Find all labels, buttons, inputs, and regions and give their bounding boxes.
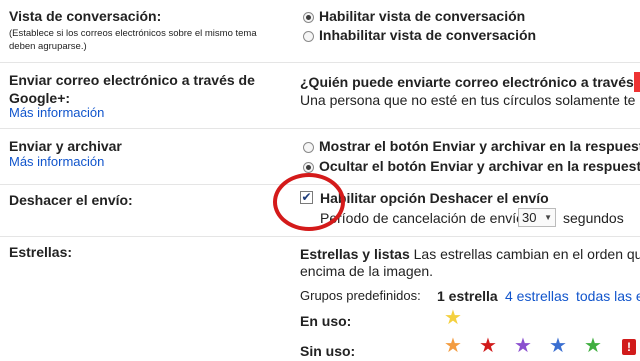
- send-archive-show-radio[interactable]: [303, 142, 314, 153]
- conversation-enable-option[interactable]: Habilitar vista de conversación: [319, 7, 525, 25]
- undo-send-period-label: Período de cancelación de envío:: [320, 210, 528, 226]
- yellow-star-icon[interactable]: ★: [444, 308, 462, 328]
- stars-in-use-label: En uso:: [300, 313, 352, 329]
- google-plus-question: ¿Quién puede enviarte correo electrónico…: [300, 74, 640, 90]
- send-archive-label: Enviar y archivar: [9, 138, 122, 154]
- conversation-disable-radio[interactable]: [303, 31, 314, 42]
- stars-preset-all[interactable]: todas las e: [576, 287, 640, 305]
- blue-star-icon[interactable]: ★: [549, 336, 567, 356]
- green-star-icon[interactable]: ★: [584, 336, 602, 356]
- undo-send-period-value: 30: [522, 210, 537, 225]
- stars-preset-1[interactable]: 1 estrella: [437, 287, 498, 305]
- send-archive-more-info-link[interactable]: Más información: [9, 154, 104, 169]
- red-bang-icon[interactable]: !: [622, 339, 636, 355]
- send-archive-show-option[interactable]: Mostrar el botón Enviar y archivar en la…: [319, 137, 640, 155]
- stars-description: Estrellas y listas Las estrellas cambian…: [300, 245, 640, 263]
- purple-star-icon[interactable]: ★: [514, 336, 532, 356]
- orange-star-icon[interactable]: ★: [444, 336, 462, 356]
- undo-send-option[interactable]: Habilitar opción Deshacer el envío: [320, 189, 549, 207]
- stars-preset-4[interactable]: 4 estrellas: [505, 287, 569, 305]
- undo-send-label: Deshacer el envío:: [9, 192, 133, 208]
- stars-title: Estrellas y listas: [300, 246, 410, 262]
- undo-send-unit: segundos: [563, 210, 624, 226]
- stars-description-2: encima de la imagen.: [300, 263, 434, 279]
- conversation-disable-option[interactable]: Inhabilitar vista de conversación: [319, 26, 536, 44]
- stars-presets-label: Grupos predefinidos:: [300, 288, 421, 303]
- red-highlight-circle: [273, 173, 345, 231]
- send-archive-hide-radio[interactable]: [303, 162, 314, 173]
- google-plus-label: Enviar correo electrónico a través de Go…: [9, 72, 255, 106]
- stars-description-1: Las estrellas cambian en el orden que s: [413, 246, 640, 262]
- undo-send-period-select[interactable]: 30 ▼: [518, 208, 556, 227]
- send-archive-hide-option[interactable]: Ocultar el botón Enviar y archivar en la…: [319, 157, 640, 175]
- red-star-icon[interactable]: ★: [479, 336, 497, 356]
- google-plus-description: Una persona que no esté en tus círculos …: [300, 92, 640, 108]
- conversation-view-hint: (Establece si los correos electrónicos s…: [9, 28, 257, 52]
- conversation-view-label: Vista de conversación:: [9, 8, 162, 24]
- edge-marker: [634, 72, 640, 92]
- stars-label: Estrellas:: [9, 244, 73, 260]
- google-plus-more-info-link[interactable]: Más información: [9, 105, 104, 120]
- chevron-down-icon: ▼: [544, 213, 552, 222]
- stars-not-in-use-label: Sin uso:: [300, 343, 356, 359]
- conversation-enable-radio[interactable]: [303, 12, 314, 23]
